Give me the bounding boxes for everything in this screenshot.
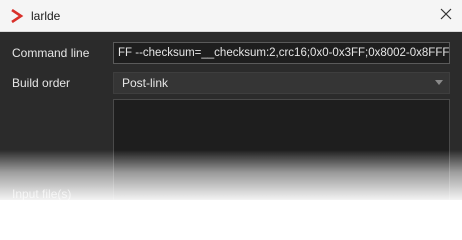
close-button[interactable] xyxy=(430,0,462,31)
build-order-label: Build order xyxy=(12,76,71,90)
input-files-list[interactable] xyxy=(113,99,450,200)
input-files-label: Input file(s) xyxy=(12,187,72,200)
chevron-logo-icon xyxy=(10,8,24,24)
build-order-select[interactable]: Post-link xyxy=(113,72,450,94)
close-icon xyxy=(440,7,452,25)
command-line-field[interactable]: FF --checksum=__checksum:2,crc16;0x0-0x3… xyxy=(113,42,450,64)
command-line-label: Command line xyxy=(12,46,90,60)
dialog-window: larlde Command line FF --checksum=__chec… xyxy=(0,0,462,200)
chevron-down-icon xyxy=(435,80,443,85)
build-order-value: Post-link xyxy=(122,76,169,90)
title-bar: larlde xyxy=(0,0,462,32)
window-title: larlde xyxy=(31,9,61,23)
